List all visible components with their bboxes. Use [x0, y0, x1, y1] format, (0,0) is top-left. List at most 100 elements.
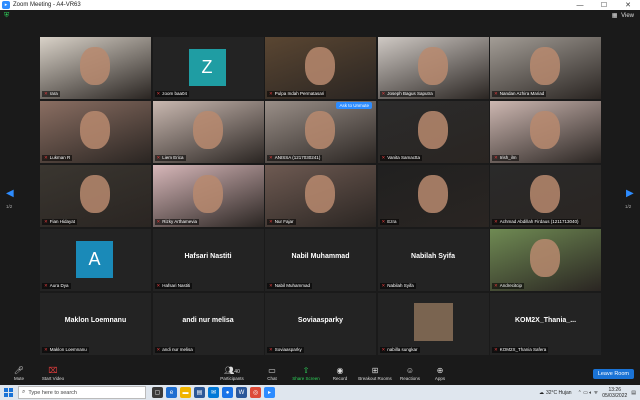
record-button[interactable]: ◉ Record [330, 366, 350, 381]
close-button[interactable]: ✕ [616, 1, 640, 9]
tray-icons[interactable]: ⌃ ▭ 🔈︎ ᯤ [578, 390, 599, 396]
store-icon[interactable]: ▤ [194, 387, 205, 398]
shield-icon[interactable]: ⛨ [4, 12, 11, 20]
participant-video [40, 101, 151, 163]
participant-name: Nur Fajar [274, 219, 294, 224]
participant-tile[interactable]: ✕ Vanita Samactta [377, 101, 489, 163]
participant-name: nabilla sungkar [387, 347, 418, 352]
mute-button[interactable]: 🎤︎ Mute [8, 366, 30, 381]
participant-tile[interactable]: ✕ Irish_ilm [490, 101, 601, 163]
participant-name: Pulpa Indah Permatasari [274, 91, 325, 96]
participant-tile[interactable]: Hafsari Nastiti ✕ Hafsari Nastiti [152, 229, 264, 291]
muted-mic-icon: ✕ [494, 283, 498, 288]
participant-tile[interactable]: ✕ Joseph Bagus Saputra [377, 37, 489, 99]
participants-icon: 👥︎40 [224, 366, 240, 375]
participant-face [530, 175, 560, 213]
participant-tile[interactable]: ✕ Andrecitcip [490, 229, 601, 291]
participant-tile[interactable]: Soviaasparky ✕ Soviaasparky [265, 293, 376, 355]
participant-tile[interactable]: ✕ Ezra [377, 165, 489, 227]
participant-face [305, 175, 335, 213]
task-view-icon[interactable]: ▢ [152, 387, 163, 398]
participant-tile[interactable]: ✕ Nandan Azhira Mariad [490, 37, 601, 99]
muted-mic-icon: ✕ [156, 91, 161, 96]
participant-video [377, 37, 489, 99]
word-icon[interactable]: W [236, 387, 247, 398]
chrome-icon[interactable]: ◎ [250, 387, 261, 398]
file-explorer-icon[interactable]: ▬ [180, 387, 191, 398]
weather-text: 32°C Hujan [545, 389, 572, 396]
participant-tile[interactable]: KOM2X_Thania_... ✕ KOM2X_Thania Safera [490, 293, 601, 355]
participant-name-label: ✕ Nabil Muhammad [267, 283, 313, 289]
ask-to-unmute-button[interactable]: Ask to Unmute [336, 102, 372, 109]
prev-page-arrow-icon[interactable]: ◀ [6, 188, 14, 199]
muted-mic-icon: ✕ [44, 283, 48, 288]
windows-start-icon[interactable] [4, 388, 13, 397]
prev-page-indicator: 1/2 [6, 204, 13, 209]
participant-video [490, 101, 601, 163]
participant-face [530, 111, 560, 149]
maximize-button[interactable]: ☐ [592, 1, 616, 9]
participant-name-label: ✕ ANISSA (1217030241) [267, 155, 323, 161]
breakout-rooms-button[interactable]: ⊞ Breakout Rooms [356, 366, 394, 381]
participants-button[interactable]: 👥︎40 Participants [216, 366, 248, 381]
participant-video [152, 165, 264, 227]
view-button[interactable]: ▦ View [610, 12, 634, 19]
taskbar-search-box[interactable]: ⌕ Type here to search [18, 386, 146, 399]
participant-tile[interactable]: ✕ Liem Erica [152, 101, 264, 163]
share-screen-label: Share Screen [292, 376, 320, 381]
start-video-label: Start Video [41, 376, 65, 381]
participant-name-label: ✕ Ezra [379, 219, 399, 225]
participant-name: rara [49, 91, 58, 96]
notifications-icon[interactable]: ▤ [631, 390, 636, 396]
participant-tile[interactable]: ✕ Nur Fajar [265, 165, 376, 227]
participant-tile[interactable]: ✕ Pulpa Indah Permatasari [265, 37, 376, 99]
participant-name: Ezra [387, 219, 397, 224]
participant-tile[interactable]: A ✕ Aura Dya [40, 229, 151, 291]
apps-label: Apps [434, 376, 446, 381]
zoom-logo-icon: ▸ [2, 1, 10, 9]
participant-display-name: Hafsari Nastiti [184, 253, 232, 260]
participant-name-label: ✕ Vanita Samactta [379, 155, 422, 161]
participant-face [192, 111, 223, 149]
participant-name-label: ✕ Fian Hidayat [42, 219, 78, 225]
participant-tile[interactable]: andi nur melisa ✕ andi nur melisa [152, 293, 264, 355]
share-screen-icon: ⇧ [302, 366, 310, 375]
participant-tile[interactable]: Nabilah Syifa ✕ Nabilah Syifa [377, 229, 489, 291]
next-page-arrow-icon[interactable]: ▶ [626, 188, 634, 199]
participant-tile[interactable]: ✕ Fian Hidayat [40, 165, 151, 227]
minimize-button[interactable]: — [568, 2, 592, 9]
share-screen-button[interactable]: ⇧ Share Screen [290, 366, 322, 381]
participant-tile[interactable]: ✕ Lukman R [40, 101, 151, 163]
participant-tile[interactable]: ✕ rara [40, 37, 151, 99]
participant-tile[interactable]: Maklon Loemnanu ✕ Maklon Loemnanu [40, 293, 151, 355]
muted-mic-icon: ✕ [381, 347, 386, 352]
leave-room-button[interactable]: Leave Room [592, 369, 634, 379]
participant-tile[interactable]: Nabil Muhammad ✕ Nabil Muhammad [265, 229, 376, 291]
edge-icon[interactable]: e [166, 387, 177, 398]
participant-face [305, 47, 335, 85]
chat-button[interactable]: ▭ Chat [262, 366, 282, 381]
participant-tile[interactable]: Ask to Unmute ✕ ANISSA (1217030241) [265, 101, 376, 163]
zoom-taskbar-icon[interactable]: ● [222, 387, 233, 398]
taskbar-clock[interactable]: 13:26 05/03/2022 [602, 387, 627, 399]
muted-mic-icon: ✕ [381, 91, 386, 96]
participant-tile[interactable]: ✕ Rizky Arthamevia [152, 165, 264, 227]
apps-button[interactable]: ⊕ Apps [430, 366, 450, 381]
reactions-button[interactable]: ☺ Reactions [398, 366, 422, 381]
muted-mic-icon: ✕ [381, 155, 386, 160]
participant-tile[interactable]: ✕ nabilla sungkar [377, 293, 489, 355]
participant-name-label: ✕ Nur Fajar [267, 219, 296, 225]
breakout-rooms-icon: ⊞ [371, 366, 379, 375]
mail-icon[interactable]: ✉ [208, 387, 219, 398]
participant-tile[interactable]: Z ✕ zoom baa04 [152, 37, 264, 99]
start-video-button[interactable]: ⌧ Start Video [38, 366, 68, 381]
participant-video [40, 37, 151, 99]
participant-name-label: ✕ Achmad Abdillah Firdaus (1211713040) [492, 219, 581, 225]
participant-tile[interactable]: ✕ Achmad Abdillah Firdaus (1211713040) [490, 165, 601, 227]
search-icon: ⌕ [22, 389, 26, 395]
muted-mic-icon: ✕ [494, 219, 498, 224]
muted-mic-icon: ✕ [156, 347, 161, 352]
participant-name: Rizky Arthamevia [162, 219, 198, 224]
chat-icon: ▭ [268, 366, 276, 375]
zoom-app-icon[interactable]: ▸ [264, 387, 275, 398]
